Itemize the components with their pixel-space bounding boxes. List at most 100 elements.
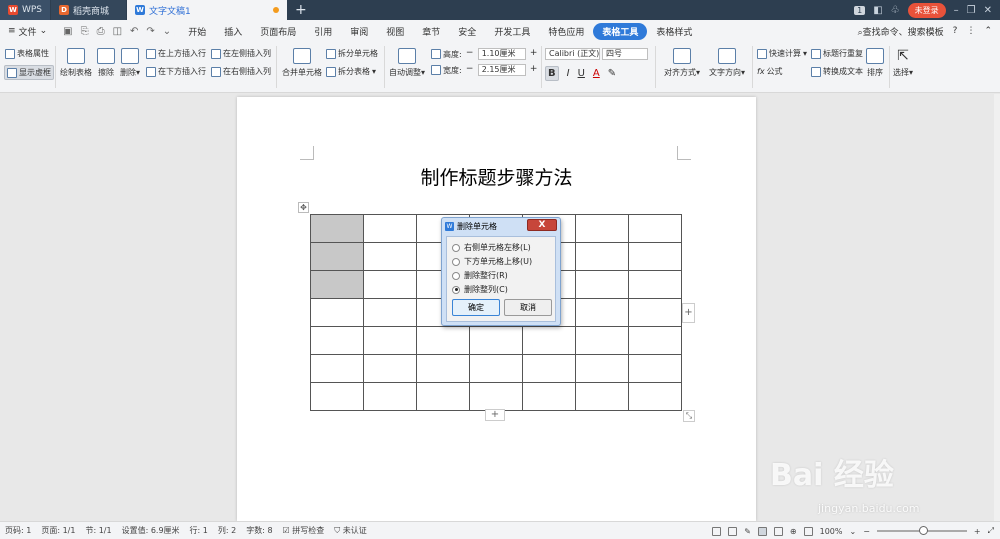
help-icon[interactable]: ? bbox=[953, 26, 958, 36]
option-shift-left[interactable]: 右侧单元格左移(L) bbox=[452, 242, 531, 253]
vertical-scrollbar[interactable] bbox=[994, 94, 1000, 521]
menu-table-style[interactable]: 表格样式 bbox=[647, 25, 701, 38]
formula-button[interactable]: fx 公式 bbox=[757, 66, 783, 77]
table-cell[interactable] bbox=[575, 382, 629, 411]
table-cell[interactable] bbox=[575, 270, 629, 299]
file-menu[interactable]: ≡ 文件 ⌄ bbox=[0, 25, 55, 38]
add-row-button[interactable]: + bbox=[485, 409, 505, 421]
table-cell[interactable] bbox=[575, 298, 629, 327]
table-cell[interactable] bbox=[575, 354, 629, 383]
width-increase-button[interactable]: + bbox=[528, 64, 540, 76]
ok-button[interactable]: 确定 bbox=[452, 299, 500, 316]
table-cell[interactable] bbox=[469, 354, 523, 383]
table-cell[interactable] bbox=[628, 354, 682, 383]
shirt-icon[interactable]: ♧ bbox=[891, 5, 900, 16]
pen-icon[interactable]: ✎ bbox=[744, 527, 751, 536]
italic-button[interactable]: I bbox=[567, 68, 570, 79]
table-cell[interactable] bbox=[310, 354, 364, 383]
radio-delete-column[interactable] bbox=[452, 285, 460, 294]
menu-features[interactable]: 特色应用 bbox=[539, 25, 593, 38]
menu-review[interactable]: 审阅 bbox=[341, 25, 377, 38]
menu-chapter[interactable]: 章节 bbox=[413, 25, 449, 38]
tab-document[interactable]: W 文字文稿1 bbox=[127, 0, 287, 20]
page-title[interactable]: 制作标题步骤方法 bbox=[237, 163, 756, 190]
zoom-out-button[interactable]: − bbox=[863, 527, 870, 536]
redo-icon[interactable]: ↷ bbox=[146, 26, 154, 37]
minimize-icon[interactable]: – bbox=[954, 5, 959, 16]
more-icon[interactable]: ⋮ bbox=[966, 26, 975, 36]
menu-page-layout[interactable]: 页面布局 bbox=[251, 25, 305, 38]
table-cell[interactable] bbox=[522, 326, 576, 355]
reading-view-icon[interactable] bbox=[728, 526, 738, 536]
delete-button[interactable]: 删除▾ bbox=[120, 48, 140, 78]
table-cell[interactable] bbox=[416, 382, 470, 411]
window-count-badge[interactable]: 1 bbox=[854, 5, 866, 15]
protect-view-icon[interactable] bbox=[803, 526, 813, 536]
zoom-in-button[interactable]: + bbox=[974, 527, 981, 536]
table-cell[interactable] bbox=[363, 270, 417, 299]
zoom-level[interactable]: 100% bbox=[820, 527, 843, 536]
insert-col-left-button[interactable]: 在左侧插入列 bbox=[211, 48, 271, 59]
table-cell[interactable] bbox=[628, 270, 682, 299]
table-cell[interactable] bbox=[469, 382, 523, 411]
table-cell[interactable] bbox=[310, 298, 364, 327]
table-cell[interactable] bbox=[363, 298, 417, 327]
skin-icon[interactable]: ◧ bbox=[873, 5, 882, 16]
quick-calc-button[interactable]: 快速计算 ▾ bbox=[757, 48, 807, 59]
align-button[interactable]: 对齐方式▾ bbox=[664, 48, 700, 78]
web-view-icon[interactable]: ⊕ bbox=[790, 527, 797, 536]
fullscreen-icon[interactable] bbox=[712, 526, 722, 536]
fit-page-icon[interactable]: ⤢ bbox=[988, 526, 994, 536]
menu-insert[interactable]: 插入 bbox=[215, 25, 251, 38]
table-cell[interactable] bbox=[310, 382, 364, 411]
customize-icon[interactable]: ⌄ bbox=[163, 26, 171, 37]
save-icon[interactable]: ▣ bbox=[63, 26, 72, 37]
table-move-handle-icon[interactable]: ✥ bbox=[298, 202, 309, 213]
spell-check-button[interactable]: ☑ 拼写检查 bbox=[278, 525, 330, 536]
height-increase-button[interactable]: + bbox=[528, 48, 540, 60]
auto-fit-button[interactable]: 自动调整▾ bbox=[389, 48, 425, 78]
col-width-input[interactable]: 2.15厘米 bbox=[477, 64, 526, 76]
table-cell[interactable] bbox=[310, 242, 364, 271]
text-direction-button[interactable]: 文字方向▾ bbox=[709, 48, 745, 78]
option-shift-up[interactable]: 下方单元格上移(U) bbox=[452, 256, 532, 267]
font-size-select[interactable]: 四号 bbox=[602, 48, 648, 60]
show-gridlines-button[interactable]: 显示虚框 bbox=[4, 65, 54, 80]
menu-references[interactable]: 引用 bbox=[305, 25, 341, 38]
table-cell[interactable] bbox=[363, 214, 417, 243]
table-cell[interactable] bbox=[363, 242, 417, 271]
option-delete-column[interactable]: 删除整列(C) bbox=[452, 284, 508, 295]
radio-shift-up[interactable] bbox=[452, 257, 460, 266]
new-tab-button[interactable]: + bbox=[287, 0, 315, 20]
search-command[interactable]: ⌕查找命令、搜索模板 bbox=[858, 25, 944, 38]
table-cell[interactable] bbox=[522, 382, 576, 411]
split-cells-button[interactable]: 拆分单元格 bbox=[326, 48, 378, 59]
tab-wps[interactable]: W WPS bbox=[0, 0, 50, 20]
table-cell[interactable] bbox=[363, 326, 417, 355]
eraser-button[interactable]: 擦除 bbox=[97, 48, 115, 78]
page-view-icon[interactable] bbox=[757, 526, 767, 536]
insert-row-below-button[interactable]: 在下方插入行 bbox=[146, 66, 206, 77]
underline-button[interactable]: U bbox=[578, 68, 585, 79]
zoom-slider[interactable] bbox=[876, 526, 967, 535]
table-cell[interactable] bbox=[416, 326, 470, 355]
table-cell[interactable] bbox=[628, 298, 682, 327]
table-cell[interactable] bbox=[575, 326, 629, 355]
table-cell[interactable] bbox=[628, 242, 682, 271]
font-name-select[interactable]: Calibri (正文) bbox=[545, 48, 600, 60]
table-properties-button[interactable]: 表格属性 bbox=[5, 48, 49, 59]
table-cell[interactable] bbox=[310, 270, 364, 299]
width-decrease-button[interactable]: − bbox=[464, 64, 476, 76]
status-pages[interactable]: 页面: 1/1 bbox=[36, 525, 80, 536]
select-button[interactable]: ⇱ 选择▾ bbox=[893, 48, 913, 78]
insert-row-above-button[interactable]: 在上方插入行 bbox=[146, 48, 206, 59]
menu-table-tools[interactable]: 表格工具 bbox=[593, 22, 648, 40]
table-cell[interactable] bbox=[310, 214, 364, 243]
height-decrease-button[interactable]: − bbox=[464, 48, 476, 60]
draw-table-button[interactable]: 绘制表格 bbox=[60, 48, 92, 78]
table-cell[interactable] bbox=[575, 242, 629, 271]
repeat-header-button[interactable]: 标题行重复 bbox=[811, 48, 863, 59]
dialog-close-button[interactable]: X bbox=[527, 219, 557, 231]
radio-shift-left[interactable] bbox=[452, 243, 460, 252]
font-color-button[interactable]: A bbox=[593, 68, 600, 79]
